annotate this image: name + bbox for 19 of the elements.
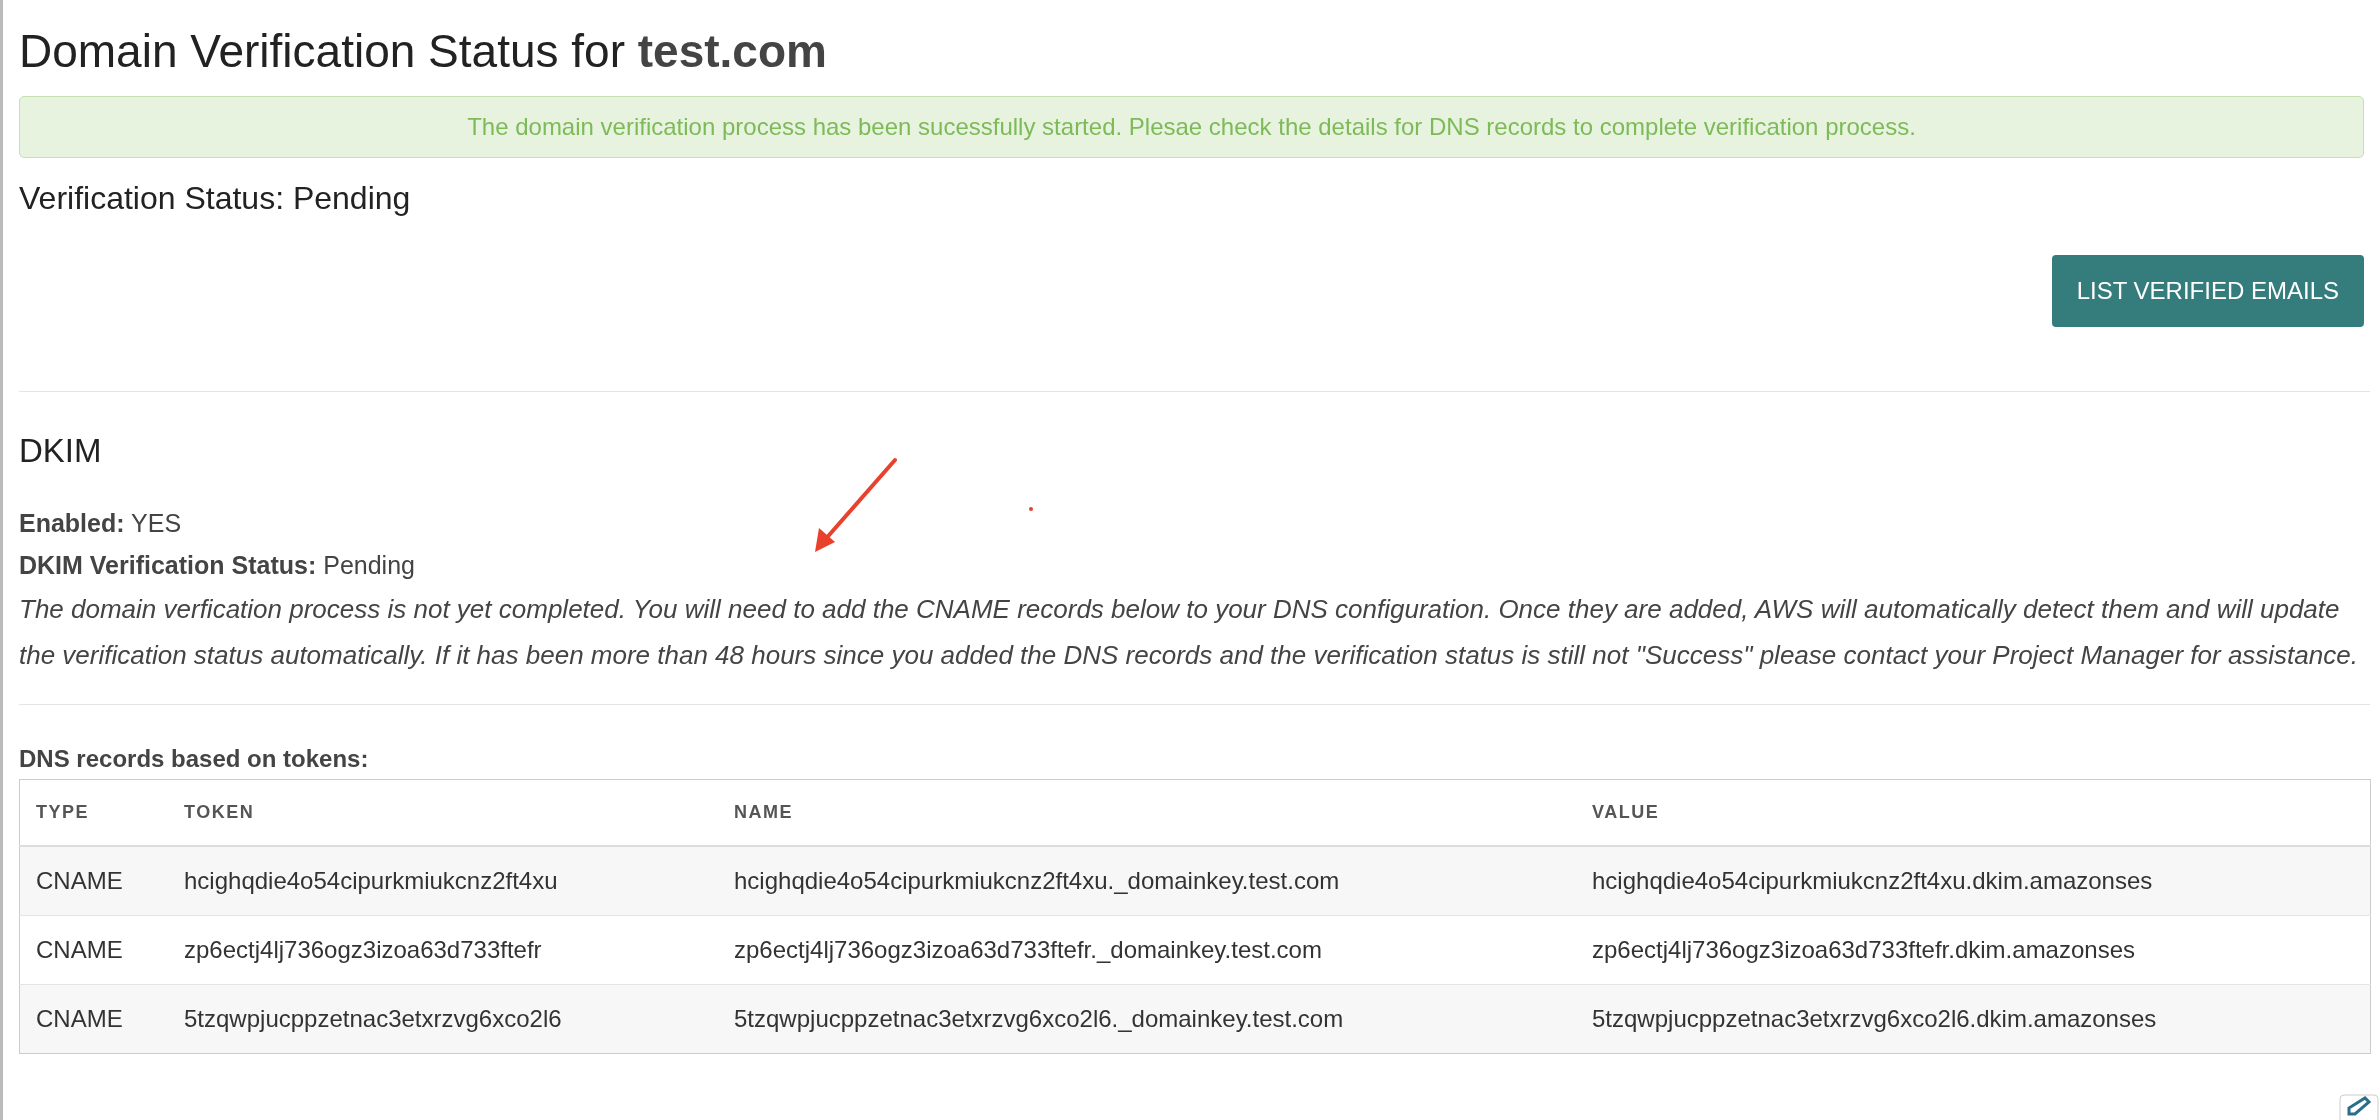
table-cell: 5tzqwpjucppzetnac3etxrzvg6xco2l6 (168, 984, 718, 1054)
field-text: DKIM Verification Status: Pending (19, 550, 415, 581)
table-cell: hcighqdie4o54cipurkmiukcnz2ft4xu (168, 846, 718, 916)
annotation-dot-icon (1029, 507, 1033, 511)
success-alert: The domain verification process has been sucessfully started. Plesae check the details for DNS records to complete verification process. (19, 96, 2364, 158)
table-caption: DNS records based on tokens: (19, 745, 370, 773)
section-heading: DKIM (19, 432, 103, 470)
table-cell: hcighqdie4o54cipurkmiukcnz2ft4xu.dkim.amazonses (1576, 846, 2371, 916)
page-title: Domain Verification Status for test.com (19, 24, 828, 78)
edit-icon[interactable] (2339, 1094, 2379, 1120)
table-cell: hcighqdie4o54cipurkmiukcnz2ft4xu._domainkey.test.com (718, 846, 1576, 916)
list-verified-emails-button[interactable]: LIST VERIFIED EMAILS (2051, 255, 2364, 327)
verification-status: Verification Status: Pending (19, 180, 412, 217)
table-cell: 5tzqwpjucppzetnac3etxrzvg6xco2l6._domainkey.test.com (718, 984, 1576, 1054)
note-paragraph: The domain verfication process is not yet completed. You will need to add the CNAME records below to your DNS configuration. Once they are added, AWS will automatically detect them and will update the verification status automatically. If it has been more than 48 hours since you added the DNS records and the verification status is still not "Success" please contact your Project Manager for assistance. (19, 593, 2359, 672)
field-text: Enabled: YES (19, 508, 182, 539)
table-cell: CNAME (19, 984, 168, 1054)
table-cell: CNAME (19, 846, 168, 916)
table-cell: 5tzqwpjucppzetnac3etxrzvg6xco2l6.dkim.amazonses (1576, 984, 2371, 1054)
